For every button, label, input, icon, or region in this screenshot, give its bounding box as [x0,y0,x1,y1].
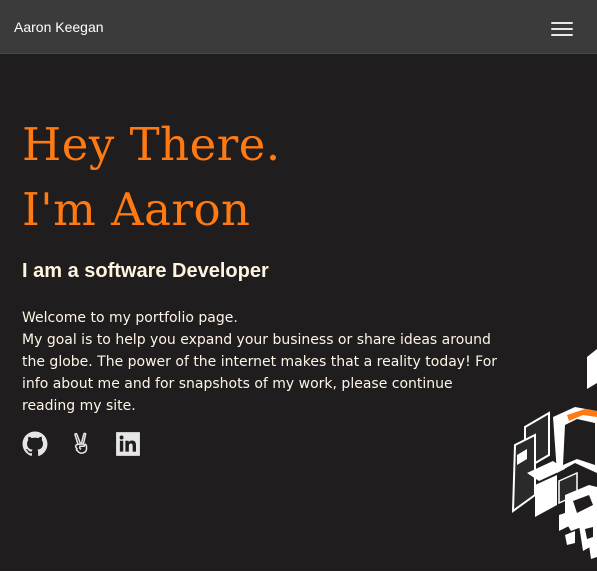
hero-title-line-2: I'm Aaron [22,183,251,236]
navbar: Aaron Keegan [0,0,597,54]
angellist-icon [74,432,88,454]
github-link[interactable] [22,430,48,458]
intro-line: My goal is to help you expand your busin… [22,332,498,414]
angellist-link[interactable] [69,430,95,458]
intro-paragraph: Welcome to my portfolio page. My goal is… [22,307,502,417]
hero-title-line-1: Hey There. [22,118,281,171]
decorative-blocks [511,349,597,559]
hero-subtitle: I am a software Developer [22,260,269,282]
github-icon [22,431,48,456]
hamburger-menu-icon [551,22,573,24]
intro-line: Welcome to my portfolio page. [22,310,238,326]
linkedin-link[interactable] [115,430,141,458]
menu-toggle-button[interactable] [546,16,578,42]
brand-link[interactable]: Aaron Keegan [14,19,104,35]
linkedin-icon [116,432,140,456]
hero-title: Hey There. I'm Aaron [22,112,281,242]
decorative-graphic [511,349,597,559]
